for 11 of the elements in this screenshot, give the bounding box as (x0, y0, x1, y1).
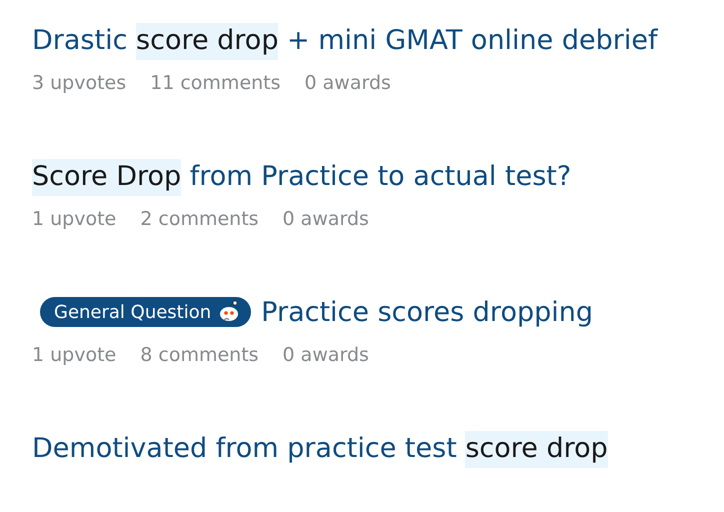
post-stat: 0 awards (304, 72, 391, 94)
post-stat: 2 comments (140, 208, 259, 230)
post-title[interactable]: Practice scores dropping (261, 296, 593, 328)
post-stat: 11 comments (150, 72, 281, 94)
post-stat: 1 upvote (32, 208, 116, 230)
post-stat: 0 awards (282, 344, 369, 366)
post-stat: 3 upvotes (32, 72, 126, 94)
post-stat: 8 comments (140, 344, 259, 366)
post-stat: 1 upvote (32, 344, 116, 366)
flair-badge[interactable]: General Question (40, 297, 252, 327)
post-stat: 0 awards (282, 208, 369, 230)
